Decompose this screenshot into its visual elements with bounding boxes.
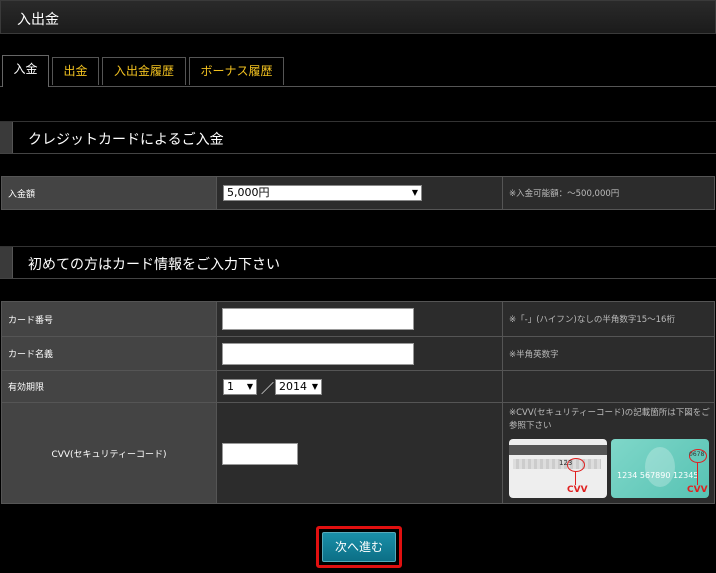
card-name-label: カード名義 (1, 336, 217, 371)
card-number-input[interactable] (222, 308, 414, 330)
deposit-table: 入金額 5,000円 ▼ ※入金可能額：～500,000円 (1, 176, 715, 210)
deposit-amount-select[interactable]: 5,000円 ▼ (223, 185, 422, 201)
tab-withdraw[interactable]: 出金 (52, 57, 99, 85)
expiry-separator: ／ (261, 382, 275, 397)
tab-bonus-history[interactable]: ボーナス履歴 (189, 57, 284, 85)
tab-transaction-history[interactable]: 入出金履歴 (102, 57, 186, 85)
section-heading-card-info: 初めての方はカード情報をご入力下さい (0, 246, 716, 279)
card-name-input[interactable] (222, 343, 414, 365)
expiry-year-select[interactable]: 2014 ▼ (275, 379, 322, 395)
deposit-amount-label: 入金額 (1, 176, 217, 210)
section-heading-credit-deposit: クレジットカードによるご入金 (0, 121, 716, 154)
card-number-label: カード番号 (1, 301, 217, 337)
cvv-input[interactable] (222, 443, 298, 465)
page-title: 入出金 (17, 12, 59, 28)
deposit-amount-note: ※入金可能額：～500,000円 (502, 176, 715, 210)
card-front-image: 0678 1234 567890 12345 CVV (611, 439, 709, 498)
card-number-note: ※「-」(ハイフン)なしの半角数字15～16桁 (502, 301, 715, 337)
expiry-note (502, 370, 715, 403)
chevron-down-icon: ▼ (311, 382, 318, 391)
page-header: 入出金 (0, 0, 716, 34)
tab-deposit[interactable]: 入金 (2, 55, 49, 87)
cvv-marker-label: CVV (567, 485, 588, 495)
deposit-amount-cell: 5,000円 ▼ (216, 176, 503, 210)
submit-highlight: 次へ進む (316, 526, 402, 568)
cvv-label: CVV(セキュリティーコード) (1, 402, 217, 504)
card-form-table: カード番号 ※「-」(ハイフン)なしの半角数字15～16桁 カード名義 ※半角英… (1, 301, 715, 504)
chevron-down-icon: ▼ (411, 188, 418, 197)
card-back-image: 123 CVV (509, 439, 607, 498)
section-title: 初めての方はカード情報をご入力下さい (28, 257, 280, 273)
card-name-note: ※半角英数字 (502, 336, 715, 371)
expiry-label: 有効期限 (1, 370, 217, 403)
tab-bar: 入金 出金 入出金履歴 ボーナス履歴 (0, 55, 716, 87)
next-button[interactable]: 次へ進む (322, 532, 396, 562)
section-title: クレジットカードによるご入金 (28, 132, 224, 148)
cvv-marker-label: CVV (687, 485, 708, 495)
cvv-help-cell: ※CVV(セキュリティーコード)の記載箇所は下図をご参照下さい 123 CVV … (502, 402, 715, 504)
cvv-note: ※CVV(セキュリティーコード)の記載箇所は下図をご参照下さい (509, 408, 710, 431)
expiry-month-select[interactable]: 1 ▼ (223, 379, 257, 395)
chevron-down-icon: ▼ (246, 382, 253, 391)
